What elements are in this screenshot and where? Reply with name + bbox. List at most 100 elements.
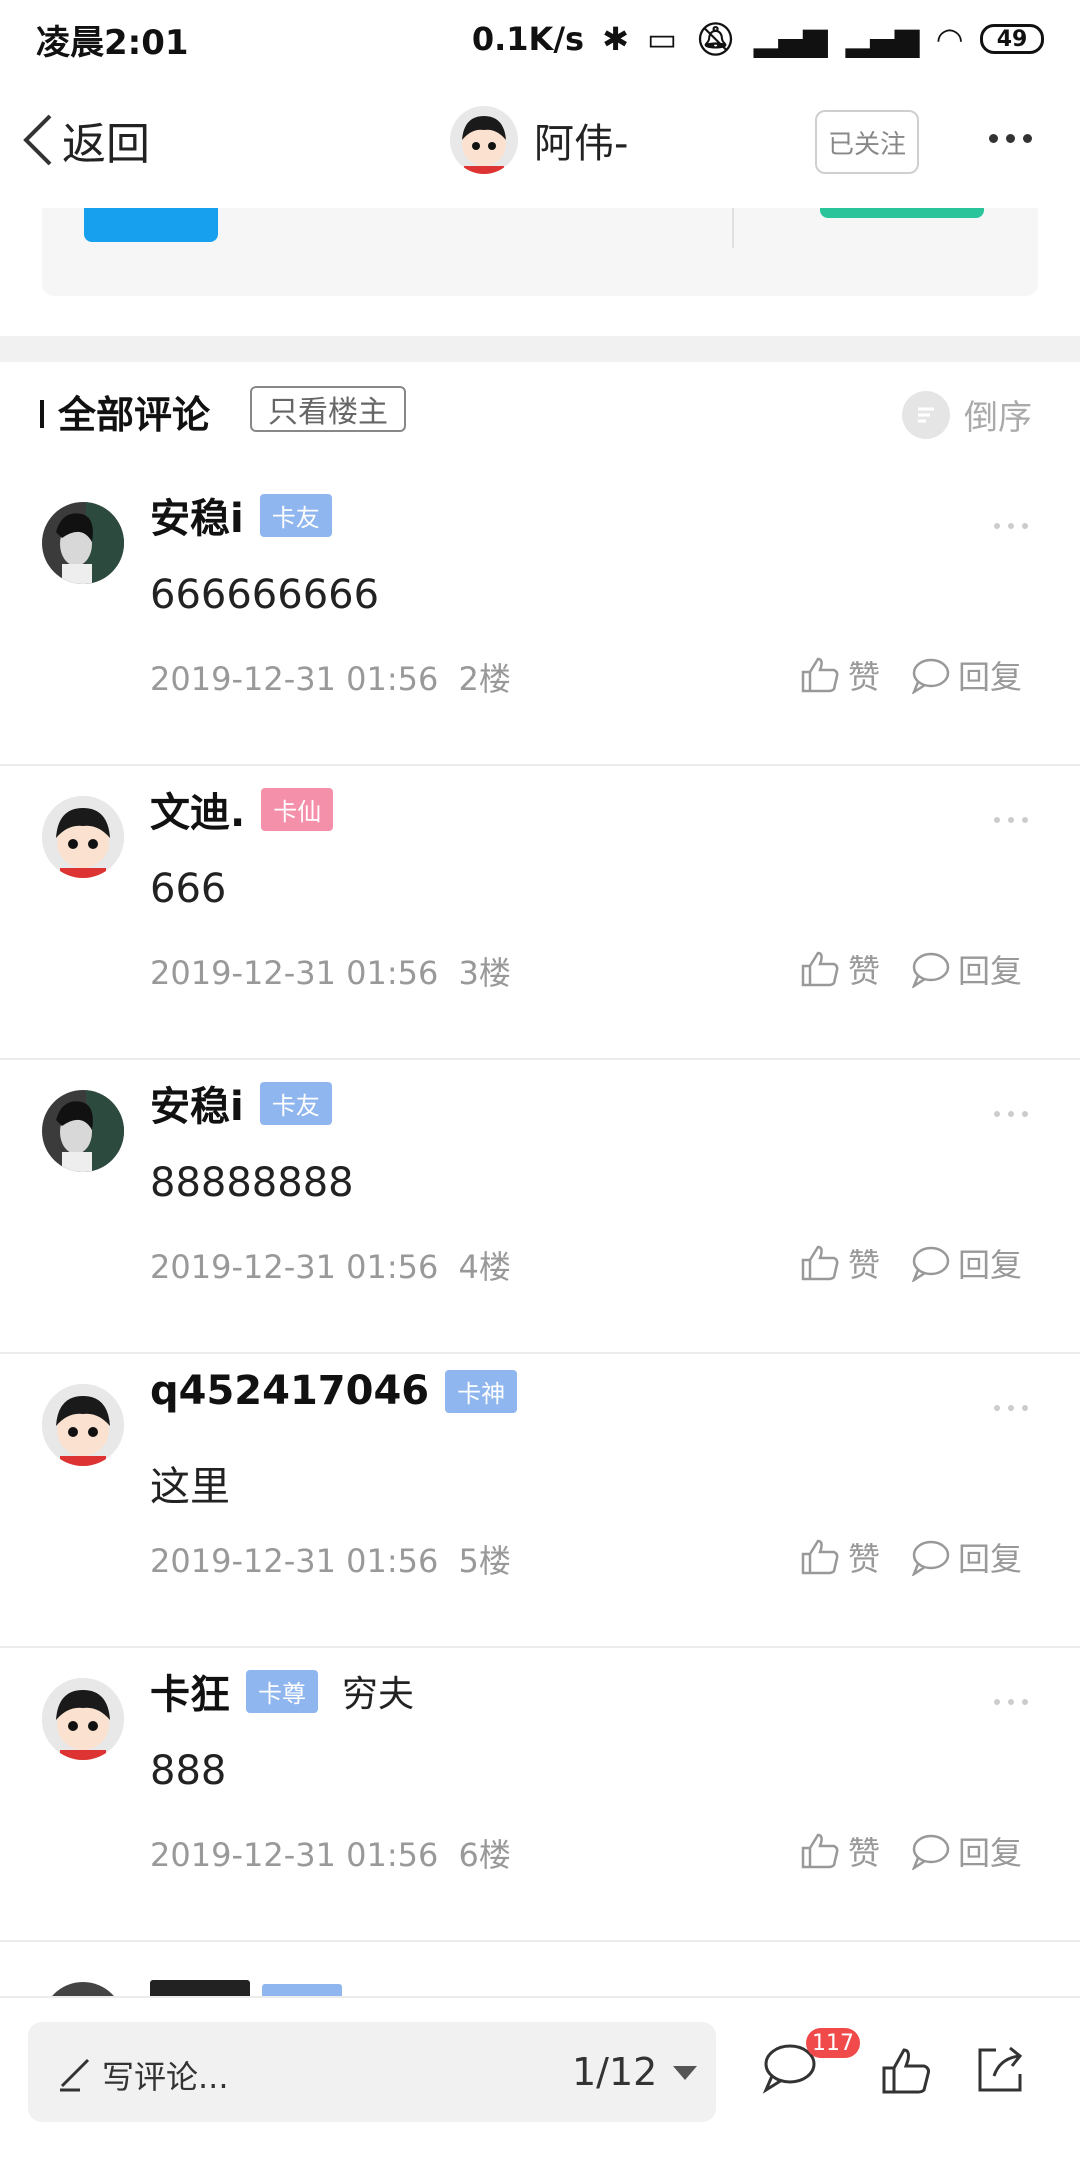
reply-label: 回复 — [958, 658, 1023, 696]
comment-count-badge: 117 — [806, 2028, 860, 2058]
card-divider — [732, 208, 734, 248]
list-item[interactable]: 安稳i 卡友 666666666 2019-12-31 01:56 2楼 赞 回… — [0, 472, 1080, 766]
header-accent-bar — [40, 400, 44, 428]
comment-floor: 3楼 — [458, 954, 511, 992]
comment-text: 666 — [150, 866, 227, 912]
comment-floor: 4楼 — [458, 1248, 511, 1286]
thumbs-up-icon — [801, 951, 839, 987]
comment-time: 2019-12-31 01:56 — [150, 660, 439, 698]
more-options-icon[interactable] — [990, 1102, 1032, 1121]
more-options-icon[interactable] — [990, 1690, 1032, 1709]
thumbs-up-icon — [801, 1539, 839, 1575]
comment-actions: 赞 回复 — [800, 1828, 1022, 1874]
back-label: 返回 — [62, 119, 150, 170]
comments-header: 全部评论 只看楼主 倒序 — [0, 362, 1080, 462]
thumbs-up-icon[interactable] — [880, 2046, 932, 2096]
reply-button[interactable]: 回复 — [910, 1828, 1022, 1874]
comment-text: 88888888 — [150, 1160, 354, 1206]
level-badge: 卡仙 — [261, 787, 334, 831]
avatar[interactable] — [42, 1384, 124, 1466]
pen-icon — [60, 2058, 90, 2092]
reply-button[interactable]: 回复 — [910, 652, 1022, 698]
battery-icon: 49 — [980, 24, 1044, 54]
status-icons: 0.1K/s ✱ ▭ 🔕︎ ▂▄▆ ▂▄▆ ◠ 49 — [472, 20, 1044, 58]
vibrate-icon: ▭ — [646, 20, 678, 58]
comment-icon — [911, 658, 950, 694]
follow-button[interactable]: 已关注 — [815, 110, 919, 174]
comment-header: 卡狂 卡尊 穷夫 — [150, 1662, 414, 1720]
back-button[interactable]: 返回 — [20, 108, 150, 172]
like-button[interactable]: 赞 — [800, 946, 880, 992]
like-label: 赞 — [848, 952, 881, 990]
reply-button[interactable]: 回复 — [910, 946, 1022, 992]
comment-floor: 6楼 — [458, 1836, 511, 1874]
level-badge: 卡神 — [445, 1369, 518, 1413]
more-options-icon[interactable] — [985, 128, 1045, 158]
chevron-down-icon[interactable] — [673, 2066, 697, 2080]
user-title: 穷夫 — [342, 1674, 415, 1715]
comment-icon — [911, 1540, 950, 1576]
comment-actions: 赞 回复 — [800, 946, 1022, 992]
only-op-button[interactable]: 只看楼主 — [250, 386, 406, 432]
comment-username[interactable]: 安稳i — [150, 1074, 244, 1132]
more-options-icon[interactable] — [990, 1396, 1032, 1415]
card-button-partial[interactable] — [820, 208, 984, 218]
reply-button[interactable]: 回复 — [910, 1240, 1022, 1286]
more-options-icon[interactable] — [990, 808, 1032, 827]
comment-icon — [911, 1834, 950, 1870]
comment-meta: 2019-12-31 01:56 3楼 — [150, 948, 511, 994]
reply-label: 回复 — [958, 1834, 1023, 1872]
comment-username[interactable]: 卡狂 — [150, 1662, 230, 1720]
list-item[interactable]: 文迪. 卡仙 666 2019-12-31 01:56 3楼 赞 回复 — [0, 766, 1080, 1060]
like-button[interactable]: 赞 — [800, 652, 880, 698]
avatar[interactable] — [42, 502, 124, 584]
avatar[interactable] — [42, 1678, 124, 1760]
comment-actions: 赞 回复 — [800, 1534, 1022, 1580]
comment-username[interactable]: 安稳i — [150, 486, 244, 544]
reply-button[interactable]: 回复 — [910, 1534, 1022, 1580]
level-badge: 卡友 — [259, 1081, 332, 1125]
like-label: 赞 — [848, 1246, 881, 1284]
like-button[interactable]: 赞 — [800, 1240, 880, 1286]
list-item[interactable]: q452417046 卡神 这里 2019-12-31 01:56 5楼 赞 回… — [0, 1354, 1080, 1648]
reply-label: 回复 — [958, 1540, 1023, 1578]
level-badge: 卡尊 — [246, 1669, 318, 1713]
like-button[interactable]: 赞 — [800, 1534, 880, 1580]
like-label: 赞 — [848, 1540, 881, 1578]
page-indicator[interactable]: 1/12 — [572, 2050, 657, 2094]
share-icon[interactable] — [974, 2044, 1026, 2096]
more-options-icon[interactable] — [990, 514, 1032, 533]
avatar[interactable] — [42, 1090, 124, 1172]
write-comment-placeholder: 写评论... — [102, 2058, 229, 2096]
comment-username[interactable]: 文迪. — [150, 780, 245, 838]
post-card-partial — [42, 208, 1038, 296]
comment-meta: 2019-12-31 01:56 2楼 — [150, 654, 511, 700]
comment-username[interactable]: q452417046 — [150, 1368, 429, 1414]
nav-username: 阿伟- — [534, 121, 629, 167]
comment-meta: 2019-12-31 01:56 5楼 — [150, 1536, 511, 1582]
comments-title: 全部评论 — [58, 393, 211, 437]
comment-meta: 2019-12-31 01:56 4楼 — [150, 1242, 511, 1288]
write-comment-input[interactable]: 写评论... 1/12 — [28, 2022, 716, 2122]
list-item-partial — [0, 1946, 1080, 1996]
sort-icon — [902, 390, 950, 439]
list-item[interactable]: 安稳i 卡友 88888888 2019-12-31 01:56 4楼 赞 回复 — [0, 1060, 1080, 1354]
like-button[interactable]: 赞 — [800, 1828, 880, 1874]
comment-actions: 赞 回复 — [800, 1240, 1022, 1286]
sort-button[interactable]: 倒序 — [902, 390, 1032, 439]
like-label: 赞 — [848, 1834, 881, 1872]
comment-time: 2019-12-31 01:56 — [150, 1542, 439, 1580]
comment-header: 安稳i 卡友 — [150, 486, 332, 544]
chevron-left-icon — [23, 114, 52, 166]
nav-user[interactable]: 阿伟- — [450, 106, 628, 174]
comment-time: 2019-12-31 01:56 — [150, 954, 439, 992]
comment-header: 安稳i 卡友 — [150, 1074, 332, 1132]
avatar[interactable] — [42, 796, 124, 878]
comment-icon — [911, 952, 950, 988]
status-bar: 凌晨2:01 0.1K/s ✱ ▭ 🔕︎ ▂▄▆ ▂▄▆ ◠ 49 — [0, 0, 1080, 78]
thumbs-up-icon — [801, 1245, 839, 1281]
list-item[interactable]: 卡狂 卡尊 穷夫 888 2019-12-31 01:56 6楼 赞 回复 — [0, 1648, 1080, 1942]
net-speed: 0.1K/s — [471, 20, 585, 58]
comment-text: 666666666 — [150, 572, 380, 618]
reply-label: 回复 — [958, 952, 1023, 990]
